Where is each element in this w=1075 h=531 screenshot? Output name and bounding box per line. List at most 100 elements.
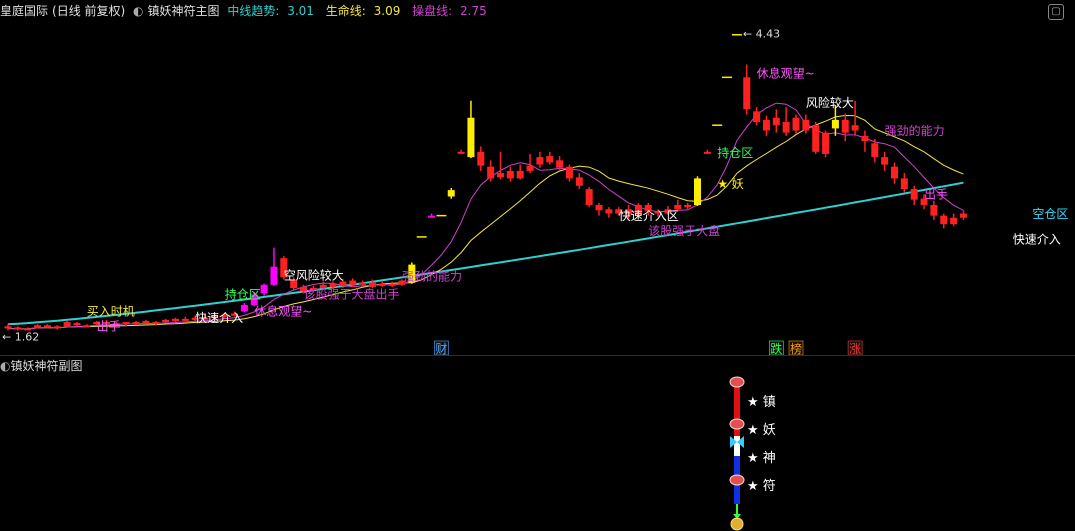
candle-body [694, 178, 701, 206]
candle-body [152, 322, 160, 325]
gem-icon [729, 376, 745, 388]
candle-body [575, 177, 583, 186]
candle-body [585, 189, 593, 206]
chart-annotation: 快速介入区 [619, 209, 679, 223]
chart-annotation: 快速介入 [1013, 232, 1061, 246]
candle-body [802, 119, 810, 131]
sub-segment [734, 436, 740, 456]
sub-label: ★ 神 [747, 451, 776, 466]
event-marker: 跌 [770, 341, 782, 355]
chart-annotation: 持仓区 [225, 287, 261, 302]
chart-annotation: ★ 妖 [717, 177, 744, 191]
candle-body [605, 209, 613, 214]
chart-annotation: 休息观望~ [757, 65, 815, 80]
candle-body [565, 166, 573, 179]
candle-body [260, 284, 268, 294]
candle-body [457, 151, 465, 154]
coin-icon [730, 517, 744, 531]
chart-annotation: 该股强于大盘 [648, 223, 720, 238]
sub-collapse-icon[interactable]: ◐ [0, 359, 10, 373]
candle-body [871, 143, 879, 158]
candle-body [762, 119, 770, 131]
candle-body [349, 280, 357, 285]
candle-body [782, 122, 790, 133]
candle-body [881, 157, 889, 165]
event-marker: 涨 [849, 341, 861, 355]
candle-body [447, 190, 455, 197]
chart-annotation: 强劲的能力 [402, 269, 462, 284]
candle-body [428, 215, 436, 218]
trend-line [7, 181, 964, 326]
candle-body [792, 117, 800, 131]
candle-body [53, 326, 61, 329]
candle-body [368, 282, 376, 287]
chart-annotation: 空仓区 [1032, 207, 1068, 221]
gem-icon [729, 474, 745, 486]
chart-annotation: 持仓区 [717, 145, 753, 160]
sub-indicator-header: ◐镇妖神符副图 [0, 356, 83, 376]
candle-body [841, 119, 849, 133]
candle-body [959, 213, 967, 218]
life-line [7, 114, 964, 330]
candle-body [83, 325, 91, 328]
candle-body [270, 266, 278, 285]
candle-body [497, 173, 504, 178]
candle-body [359, 282, 367, 285]
sub-segment [734, 384, 740, 416]
candle-body [73, 323, 81, 326]
chart-annotation: 休息观望~ [254, 304, 312, 319]
gem-icon [729, 418, 745, 430]
candle-body [378, 283, 386, 286]
sub-label: ★ 妖 [747, 423, 776, 438]
candle-body [43, 325, 51, 328]
candle-body [772, 117, 780, 126]
chart-annotation: 空风险较大 [284, 267, 344, 282]
candle-body [851, 125, 859, 131]
chart-annotation: 该股强于大盘出手 [304, 287, 400, 302]
chart-annotation: 买入时机 [87, 305, 135, 319]
sub-indicator-name[interactable]: 镇妖神符副图 [10, 359, 82, 373]
candle-body [506, 170, 514, 179]
candle-body [34, 325, 42, 328]
chart-annotation: 出手 [97, 320, 121, 334]
chart-annotation: 风险较大 [806, 95, 854, 110]
chart-annotation: 快速介入 [195, 311, 243, 325]
low-price-label: ← 1.62 [2, 331, 39, 344]
candle-body [162, 319, 170, 323]
candle-body [467, 117, 475, 158]
candle-body [388, 283, 396, 286]
candle-body [487, 166, 495, 179]
candle-body [743, 77, 751, 110]
candle-body [812, 125, 820, 152]
high-price-label: ← 4.43 [743, 28, 780, 41]
candle-body [861, 135, 869, 142]
candle-body [950, 217, 958, 225]
candle-body [595, 205, 603, 211]
candle-body [536, 157, 544, 165]
candle-body [940, 215, 948, 225]
candle-body [556, 160, 564, 168]
candle-body [684, 205, 692, 208]
candle-body [63, 322, 71, 327]
candle-body [329, 283, 337, 287]
candle-body [181, 318, 189, 321]
sub-label: ★ 符 [747, 478, 776, 494]
operate-line [7, 102, 964, 330]
candle-body [516, 170, 524, 179]
chart-annotation: 强劲的能力 [885, 123, 945, 138]
candle-body [822, 132, 830, 154]
candle-body [703, 151, 711, 154]
candle-body [122, 322, 130, 325]
candle-body [526, 165, 534, 171]
candle-body [900, 178, 908, 190]
sub-chart: ★ 镇 ★ 妖 ★ 神 ★ 符 [729, 376, 776, 531]
candle-body [910, 189, 918, 200]
candle-body [930, 205, 938, 216]
sub-segment [734, 484, 740, 504]
candle-body [4, 326, 12, 329]
candle-body [14, 327, 22, 330]
candle-body [891, 166, 898, 179]
candle-body [753, 111, 761, 123]
event-marker: 榜 [790, 341, 802, 355]
candle-body [142, 320, 150, 324]
